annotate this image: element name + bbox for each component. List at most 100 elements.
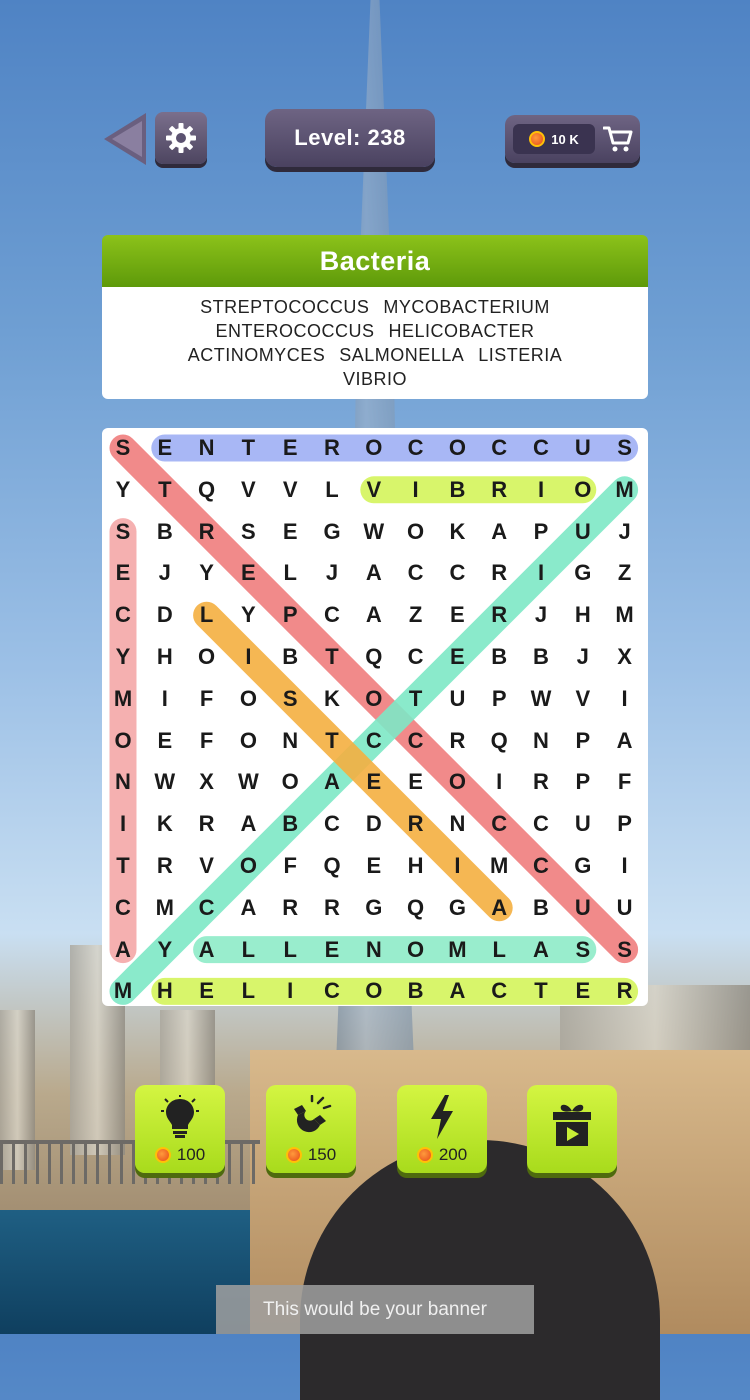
grid-letter[interactable]: P xyxy=(562,720,604,762)
settings-button[interactable] xyxy=(155,112,207,164)
grid-letter[interactable]: Y xyxy=(102,636,144,678)
grid-letter[interactable]: H xyxy=(562,594,604,636)
grid-letter[interactable]: I xyxy=(395,469,437,511)
grid-letter[interactable]: A xyxy=(436,970,478,1012)
grid-letter[interactable]: O xyxy=(227,845,269,887)
grid-letter[interactable]: V xyxy=(353,469,395,511)
grid-letter[interactable]: K xyxy=(311,678,353,720)
grid-letter[interactable]: Y xyxy=(227,594,269,636)
grid-letter[interactable]: G xyxy=(436,887,478,929)
grid-letter[interactable]: C xyxy=(436,552,478,594)
grid-letter[interactable]: O xyxy=(436,761,478,803)
grid-letter[interactable]: S xyxy=(102,427,144,469)
grid-letter[interactable]: W xyxy=(520,678,562,720)
grid-letter[interactable]: R xyxy=(311,887,353,929)
grid-letter[interactable]: E xyxy=(144,427,186,469)
grid-letter[interactable]: U xyxy=(562,427,604,469)
grid-letter[interactable]: I xyxy=(269,970,311,1012)
grid-letter[interactable]: E xyxy=(436,636,478,678)
grid-letter[interactable]: U xyxy=(562,803,604,845)
grid-letter[interactable]: B xyxy=(269,803,311,845)
grid-letter[interactable]: Q xyxy=(311,845,353,887)
grid-letter[interactable]: O xyxy=(102,720,144,762)
grid-letter[interactable]: R xyxy=(269,887,311,929)
grid-letter[interactable]: J xyxy=(144,552,186,594)
grid-letter[interactable]: P xyxy=(562,761,604,803)
grid-letter[interactable]: E xyxy=(353,845,395,887)
grid-letter[interactable]: O xyxy=(353,427,395,469)
grid-letter[interactable]: C xyxy=(311,970,353,1012)
grid-letter[interactable]: R xyxy=(311,427,353,469)
grid-letter[interactable]: V xyxy=(562,678,604,720)
grid-letter[interactable]: P xyxy=(520,511,562,553)
grid-letter[interactable]: C xyxy=(102,594,144,636)
grid-letter[interactable]: F xyxy=(269,845,311,887)
grid-letter[interactable]: N xyxy=(186,427,228,469)
grid-letter[interactable]: S xyxy=(227,511,269,553)
grid-letter[interactable]: E xyxy=(353,761,395,803)
grid-letter[interactable]: C xyxy=(395,720,437,762)
lightning-button[interactable]: 200 xyxy=(397,1085,487,1173)
grid-letter[interactable]: C xyxy=(311,803,353,845)
grid-letter[interactable]: K xyxy=(436,511,478,553)
grid-letter[interactable]: V xyxy=(186,845,228,887)
grid-letter[interactable]: T xyxy=(311,720,353,762)
grid-letter[interactable]: W xyxy=(144,761,186,803)
video-gift-button[interactable] xyxy=(527,1085,617,1173)
grid-letter[interactable]: U xyxy=(562,511,604,553)
grid-letter[interactable]: O xyxy=(436,427,478,469)
grid-letter[interactable]: U xyxy=(604,887,646,929)
grid-letter[interactable]: R xyxy=(604,970,646,1012)
grid-letter[interactable]: M xyxy=(102,970,144,1012)
grid-letter[interactable]: R xyxy=(478,552,520,594)
grid-letter[interactable]: T xyxy=(102,845,144,887)
grid-letter[interactable]: D xyxy=(353,803,395,845)
grid-letter[interactable]: Q xyxy=(186,469,228,511)
grid-letter[interactable]: G xyxy=(353,887,395,929)
grid-letter[interactable]: Y xyxy=(102,469,144,511)
grid-letter[interactable]: G xyxy=(562,552,604,594)
grid-letter[interactable]: M xyxy=(436,929,478,971)
grid-letter[interactable]: C xyxy=(478,803,520,845)
grid-letter[interactable]: F xyxy=(604,761,646,803)
grid-letter[interactable]: J xyxy=(604,511,646,553)
grid-letter[interactable]: Z xyxy=(604,552,646,594)
grid-letter[interactable]: R xyxy=(478,594,520,636)
grid-letter[interactable]: N xyxy=(353,929,395,971)
grid-letter[interactable]: R xyxy=(436,720,478,762)
grid-letter[interactable]: C xyxy=(395,636,437,678)
grid-letter[interactable]: V xyxy=(269,469,311,511)
grid-letter[interactable]: B xyxy=(478,636,520,678)
grid-letter[interactable]: R xyxy=(144,845,186,887)
grid-letter[interactable]: A xyxy=(604,720,646,762)
grid-letter[interactable]: C xyxy=(353,720,395,762)
grid-letter[interactable]: E xyxy=(269,511,311,553)
grid-letter[interactable]: T xyxy=(395,678,437,720)
grid-letter[interactable]: R xyxy=(478,469,520,511)
grid-letter[interactable]: N xyxy=(102,761,144,803)
grid-letter[interactable]: R xyxy=(395,803,437,845)
grid-letter[interactable]: A xyxy=(478,887,520,929)
grid-letter[interactable]: N xyxy=(269,720,311,762)
grid-letter[interactable]: L xyxy=(478,929,520,971)
grid-letter[interactable]: Q xyxy=(353,636,395,678)
grid-letter[interactable]: C xyxy=(520,803,562,845)
grid-letter[interactable]: E xyxy=(562,970,604,1012)
grid-letter[interactable]: M xyxy=(604,594,646,636)
grid-letter[interactable]: L xyxy=(311,469,353,511)
grid-letter[interactable]: B xyxy=(269,636,311,678)
grid-letter[interactable]: I xyxy=(478,761,520,803)
coin-shop-button[interactable]: 10 K xyxy=(505,115,640,163)
grid-letter[interactable]: A xyxy=(227,887,269,929)
grid-letter[interactable]: S xyxy=(102,511,144,553)
grid-letter[interactable]: C xyxy=(520,845,562,887)
grid-letter[interactable]: Q xyxy=(395,887,437,929)
magnet-button[interactable]: 150 xyxy=(266,1085,356,1173)
grid-letter[interactable]: A xyxy=(353,552,395,594)
grid-letter[interactable]: E xyxy=(311,929,353,971)
grid-letter[interactable]: X xyxy=(186,761,228,803)
grid-letter[interactable]: E xyxy=(436,594,478,636)
grid-letter[interactable]: E xyxy=(102,552,144,594)
grid-letter[interactable]: L xyxy=(269,929,311,971)
grid-letter[interactable]: O xyxy=(395,929,437,971)
